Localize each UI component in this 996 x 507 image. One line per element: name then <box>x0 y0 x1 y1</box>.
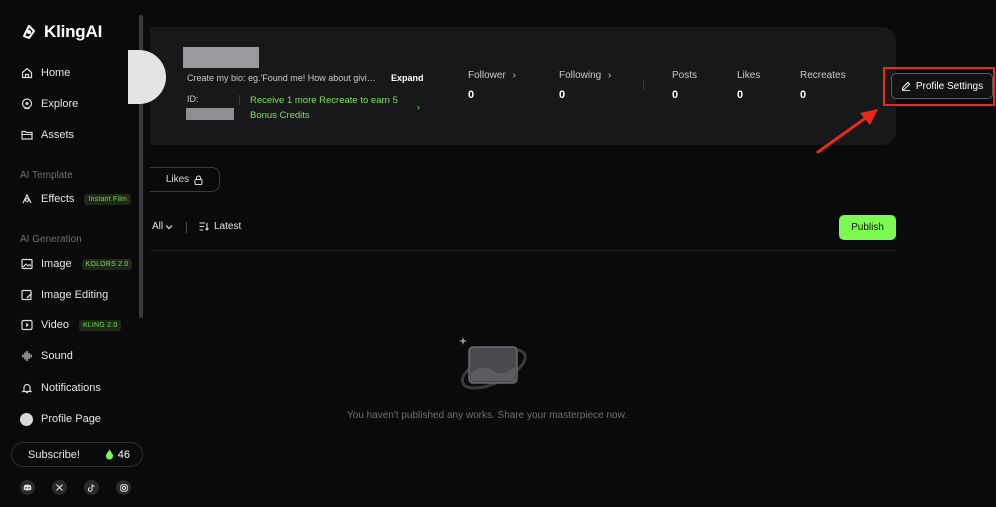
stat-following[interactable]: Following › <box>559 70 611 81</box>
sidebar-item-explore[interactable]: Explore <box>20 96 78 112</box>
sort-icon <box>199 222 209 231</box>
instagram-icon[interactable] <box>116 480 131 495</box>
stat-follower-value: 0 <box>468 89 475 101</box>
chevron-right-icon: › <box>512 70 516 81</box>
credit-drop-icon <box>105 449 113 460</box>
sidebar-item-label: Notifications <box>41 382 101 394</box>
sidebar-item-notifications[interactable]: Notifications <box>20 380 101 396</box>
sidebar-item-image-editing[interactable]: Image Editing <box>20 287 108 303</box>
sound-icon <box>20 350 33 363</box>
chevron-down-icon <box>165 224 173 229</box>
bell-icon <box>20 382 33 395</box>
recreate-promo-link[interactable]: Receive 1 more Recreate to earn 5 Bonus … <box>250 93 410 123</box>
annotation-arrow <box>816 109 878 154</box>
sidebar-item-label: Effects <box>41 193 75 205</box>
image-icon <box>20 258 33 271</box>
video-icon <box>20 319 33 332</box>
stat-label: Following <box>559 70 602 81</box>
sidebar-item-label: Image <box>41 258 72 270</box>
sidebar-item-effects[interactable]: Effects Instant Film <box>20 191 132 207</box>
sidebar-item-image[interactable]: Image KOLORS 2.0 <box>20 256 133 272</box>
tiktok-icon[interactable] <box>84 480 99 495</box>
stat-recreates-value: 0 <box>800 89 807 101</box>
home-icon <box>20 67 33 80</box>
filter-all-label: All <box>152 221 164 232</box>
divider <box>186 222 187 233</box>
effects-icon <box>20 193 33 206</box>
sort-latest-button[interactable]: Latest <box>199 221 241 232</box>
chevron-right-icon: › <box>608 70 612 81</box>
stat-following-value: 0 <box>559 89 566 101</box>
stat-posts-value: 0 <box>672 89 679 101</box>
logo-text: KlingAI <box>44 22 103 41</box>
profile-id-redacted <box>186 108 234 120</box>
sidebar-item-label: Explore <box>41 98 79 110</box>
badge-kling: KLING 2.0 <box>78 319 122 331</box>
sidebar-item-home[interactable]: Home <box>20 65 70 81</box>
section-label-ai-generation: AI Generation <box>20 234 82 245</box>
image-edit-icon <box>20 289 33 302</box>
stat-recreates: Recreates <box>800 70 846 81</box>
credits-display[interactable]: 46 <box>105 449 130 461</box>
tab-likes[interactable]: Likes <box>150 167 220 192</box>
expand-bio-button[interactable]: Expand <box>391 73 424 83</box>
subscribe-bar: Subscribe! 46 <box>11 442 143 467</box>
sidebar-item-label: Image Editing <box>41 289 109 301</box>
logo[interactable]: KlingAI <box>20 22 102 42</box>
sidebar-item-label: Profile Page <box>41 413 101 425</box>
sidebar-item-sound[interactable]: Sound <box>20 348 73 364</box>
empty-gallery-icon <box>459 337 527 390</box>
sidebar-item-label: Home <box>41 67 71 79</box>
divider <box>239 95 240 105</box>
stat-posts: Posts <box>672 70 698 81</box>
explore-icon <box>20 98 33 111</box>
x-icon[interactable] <box>52 480 67 495</box>
sidebar-item-assets[interactable]: Assets <box>20 127 74 143</box>
publish-button[interactable]: Publish <box>839 215 896 240</box>
profile-name-redacted <box>183 47 259 68</box>
subscribe-button[interactable]: Subscribe! <box>28 449 80 461</box>
sidebar-item-label: Assets <box>41 129 75 141</box>
sidebar-item-video[interactable]: Video KLING 2.0 <box>20 317 122 333</box>
discord-icon[interactable] <box>20 480 35 495</box>
stat-label: Follower <box>468 70 506 81</box>
chevron-right-icon[interactable]: › <box>417 102 420 112</box>
stat-follower[interactable]: Follower › <box>468 70 516 81</box>
sidebar-item-profile-page[interactable]: Profile Page <box>20 411 101 427</box>
profile-bio[interactable]: Create my bio: eg.'Found me! How about g… <box>187 73 376 83</box>
profile-id-label: ID: <box>187 94 199 104</box>
sort-latest-label: Latest <box>214 221 242 232</box>
social-links <box>20 480 131 495</box>
tab-likes-label: Likes <box>165 174 190 185</box>
empty-state-message: You haven't published any works. Share y… <box>347 410 628 421</box>
folder-icon <box>20 129 33 142</box>
sidebar-item-label: Video <box>41 319 69 331</box>
stat-likes: Likes <box>737 70 761 81</box>
filter-all-dropdown[interactable]: All <box>152 221 173 232</box>
divider <box>150 250 896 251</box>
badge-instant-film: Instant Film <box>84 193 132 205</box>
annotation-highlight-box <box>883 67 995 106</box>
profile-card <box>150 27 896 145</box>
sidebar-item-label: Sound <box>41 350 73 362</box>
lock-icon <box>194 175 203 185</box>
stat-likes-value: 0 <box>737 89 744 101</box>
kling-logo-icon <box>23 25 35 39</box>
badge-kolors: KOLORS 2.0 <box>81 258 133 270</box>
section-label-ai-template: AI Template <box>20 170 73 181</box>
avatar <box>20 412 33 426</box>
credits-count: 46 <box>117 448 130 461</box>
divider <box>643 80 644 90</box>
